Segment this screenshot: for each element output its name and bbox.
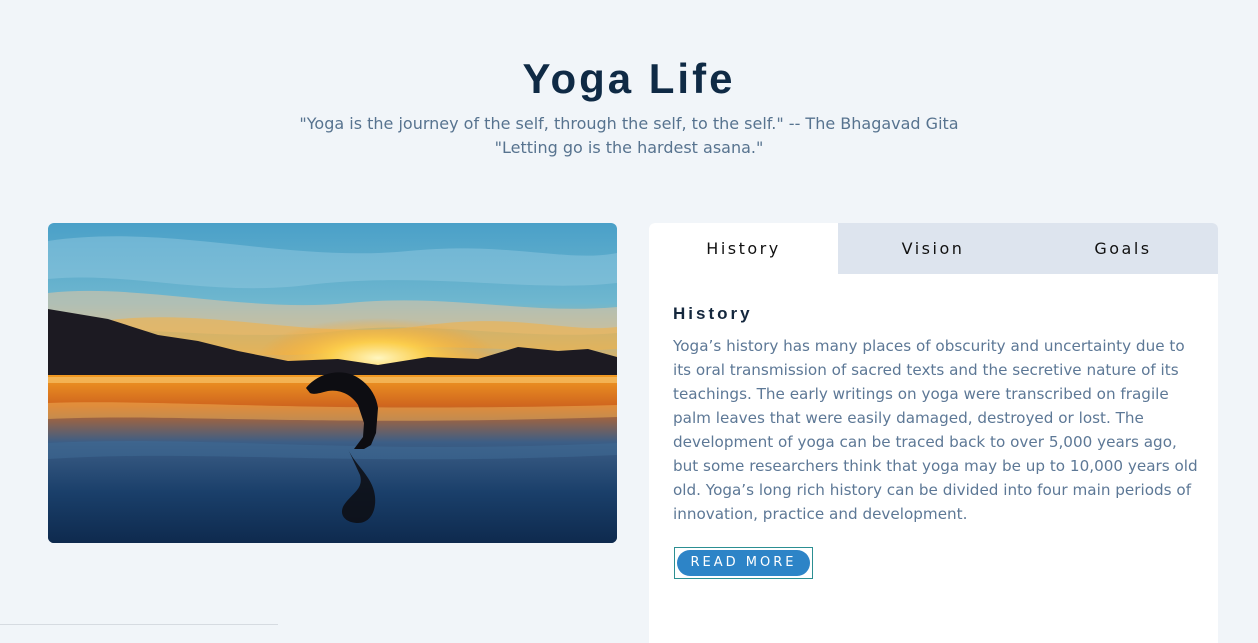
tab-vision[interactable]: Vision <box>838 223 1028 274</box>
info-panel: History Vision Goals History Yoga’s hist… <box>649 223 1218 643</box>
section-heading: History <box>673 304 753 323</box>
tab-bar: History Vision Goals <box>649 223 1218 274</box>
quote-asana: "Letting go is the hardest asana." <box>494 138 764 157</box>
read-more-button[interactable]: READ MORE <box>674 547 813 579</box>
page-title: Yoga Life <box>522 55 736 102</box>
divider <box>0 624 278 625</box>
quote-gita: "Yoga is the journey of the self, throug… <box>299 114 959 133</box>
sunset-yoga-photo <box>48 223 617 543</box>
tab-goals[interactable]: Goals <box>1028 223 1218 274</box>
section-body: Yoga’s history has many places of obscur… <box>673 337 1198 523</box>
read-more-label: READ MORE <box>677 550 810 576</box>
tab-history[interactable]: History <box>649 223 838 274</box>
